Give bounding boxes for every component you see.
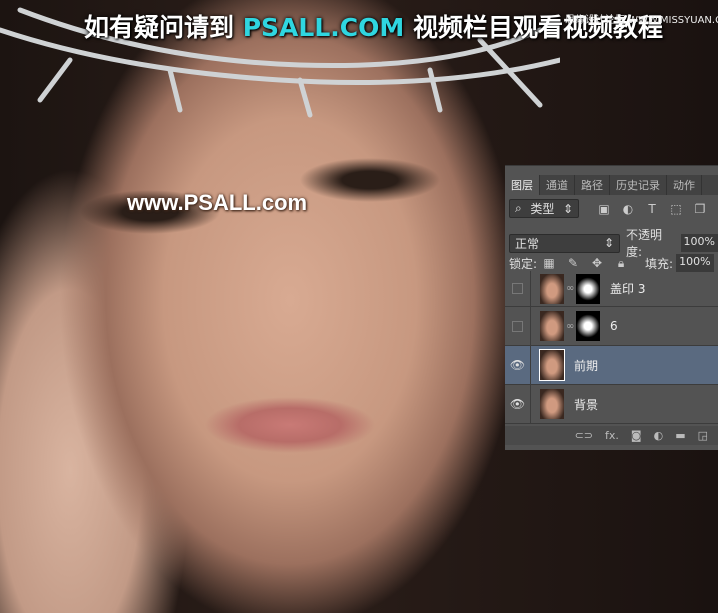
tab-actions[interactable]: 动作: [667, 175, 702, 195]
layer-name: 背景: [574, 397, 599, 412]
link-icon: ∞: [566, 320, 575, 332]
layer-row[interactable]: ∞ 盖印 3: [505, 271, 718, 307]
link-icon[interactable]: ⊂⊃: [575, 429, 593, 442]
adjustment-icon[interactable]: ◐: [621, 202, 635, 216]
image-icon[interactable]: ▣: [597, 202, 611, 216]
filter-label: 类型: [530, 202, 555, 216]
adjustment-icon[interactable]: ◐: [654, 429, 664, 442]
fx-icon[interactable]: fx.: [605, 429, 619, 442]
layer-name: 6: [610, 319, 618, 333]
lock-all-icon[interactable]: 🔒︎: [614, 256, 628, 270]
visibility-toggle[interactable]: [505, 307, 531, 345]
banner-site: PSALL.COM: [242, 13, 405, 42]
banner-text: 如有疑问请到: [84, 13, 243, 42]
layer-row[interactable]: ∞ 6: [505, 307, 718, 346]
filter-type-select[interactable]: ⌕ 类型 ⇕: [509, 199, 579, 218]
panel-tabs: 图层 通道 路径 历史记录 动作: [505, 175, 718, 195]
eye-icon[interactable]: 👁︎: [505, 346, 531, 384]
layer-row-selected[interactable]: 👁︎ 前期: [505, 346, 718, 385]
layer-thumbnail: [540, 389, 564, 419]
layers-panel: 图层 通道 路径 历史记录 动作 ⌕ 类型 ⇕ ▣ ◐ T ⬚ ❐ 正常 ⇕ 不透明度…: [505, 165, 718, 450]
fill-input[interactable]: 100%: [676, 254, 714, 272]
search-icon: ⌕: [515, 201, 522, 215]
opacity-input[interactable]: 100%: [680, 234, 718, 252]
eye-icon[interactable]: 👁︎: [505, 385, 531, 423]
tab-layers[interactable]: 图层: [505, 175, 540, 195]
mask-icon[interactable]: ◙: [631, 429, 642, 442]
tab-history[interactable]: 历史记录: [610, 175, 667, 195]
lock-position-icon[interactable]: ✥: [590, 256, 604, 270]
new-layer-icon[interactable]: ◲: [698, 429, 708, 442]
group-icon[interactable]: ▬: [675, 429, 685, 442]
layer-thumbnail: [539, 349, 565, 381]
layer-thumbnail: [540, 311, 564, 341]
tab-channels[interactable]: 通道: [540, 175, 575, 195]
blend-mode-value: 正常: [515, 236, 540, 251]
site-watermark: 思缘设计论坛 WWW.MISSYUAN.COM: [565, 15, 718, 26]
panel-bottom-bar: ⊂⊃ fx. ◙ ◐ ▬ ◲: [505, 426, 718, 445]
layer-name: 前期: [574, 358, 599, 373]
link-icon: ∞: [566, 283, 575, 294]
smart-object-icon[interactable]: ❐: [693, 202, 707, 216]
updown-icon: ⇕: [603, 236, 615, 250]
lock-label: 锁定:: [509, 256, 538, 271]
lock-transparency-icon[interactable]: ▦: [542, 256, 556, 270]
layer-name: 盖印 3: [610, 282, 646, 296]
shape-icon[interactable]: ⬚: [669, 202, 683, 216]
lock-paint-icon[interactable]: ✎: [566, 256, 580, 270]
layer-mask-thumbnail[interactable]: [576, 273, 600, 304]
layer-row[interactable]: 👁︎ 背景: [505, 385, 718, 424]
tab-paths[interactable]: 路径: [575, 175, 610, 195]
visibility-toggle[interactable]: [505, 271, 531, 306]
type-icon[interactable]: T: [645, 202, 659, 216]
updown-icon: ⇕: [562, 201, 573, 216]
blend-mode-select[interactable]: 正常 ⇕: [509, 233, 621, 253]
layer-mask-thumbnail[interactable]: [576, 311, 600, 341]
photo-watermark: www.PSALL.com: [127, 190, 308, 215]
layer-thumbnail: [540, 273, 564, 304]
fill-label: 填充:: [645, 256, 674, 271]
